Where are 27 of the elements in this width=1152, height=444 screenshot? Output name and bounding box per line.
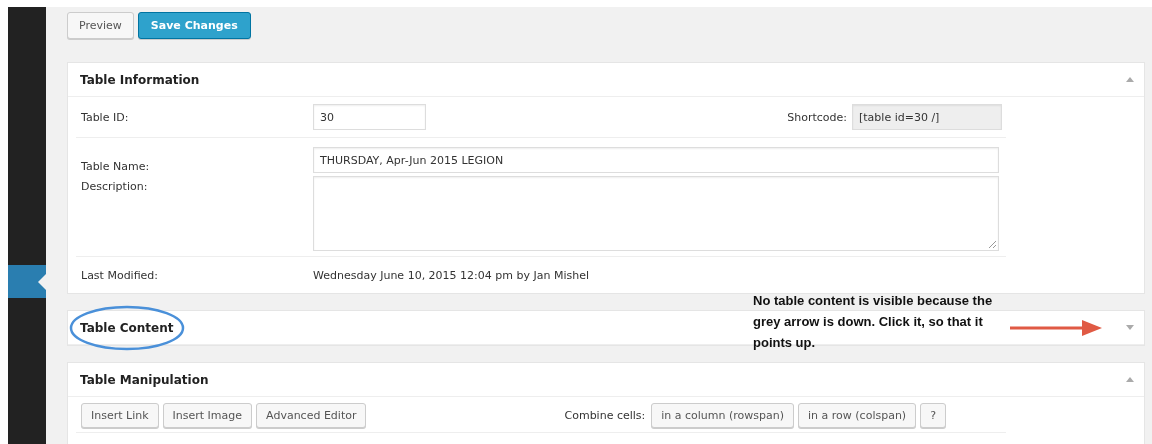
toolbar-button[interactable]: Advanced Editor <box>256 403 367 428</box>
combine-button[interactable]: in a column (rowspan) <box>651 403 795 428</box>
sidebar-item[interactable] <box>8 265 46 298</box>
field-label: Table ID: <box>81 110 130 124</box>
table-name-field[interactable]: THURSDAY, Apr-Jun 2015 LEGION <box>313 147 999 173</box>
panel-title: Table Information <box>80 72 200 87</box>
field-label: Last Modified: <box>81 268 160 282</box>
combine-cells-label: Combine cells: <box>564 409 646 422</box>
toggle-arrow-icon[interactable] <box>1126 377 1134 382</box>
table-id-field[interactable]: 30 <box>313 104 426 130</box>
resize-grip-icon[interactable] <box>989 241 996 248</box>
preview-button[interactable]: Preview <box>67 12 134 39</box>
last-modified-text: Wednesday June 10, 2015 12:04 pm by Jan Mishel <box>313 268 590 282</box>
field-label: Table Name: <box>81 160 151 173</box>
panel-title: Table Content <box>80 320 174 335</box>
combine-button[interactable]: in a row (colspan) <box>798 403 917 428</box>
field-label: Shortcode: <box>787 110 847 124</box>
toolbar-button[interactable]: Insert Link <box>81 403 159 428</box>
toggle-arrow-icon[interactable] <box>1126 77 1134 82</box>
description-field[interactable] <box>313 176 999 251</box>
annotation-note: No table content is visible because the grey arrow is down. Click it, so that it points up. <box>753 292 994 352</box>
panel-title: Table Manipulation <box>80 372 209 387</box>
field-label: Description: <box>81 179 149 193</box>
combine-button[interactable]: ? <box>920 403 946 428</box>
shortcode-field[interactable]: [table id=30 /] <box>852 104 1002 130</box>
toolbar-button[interactable]: Insert Image <box>162 403 253 428</box>
toggle-arrow-icon[interactable] <box>1126 325 1134 330</box>
